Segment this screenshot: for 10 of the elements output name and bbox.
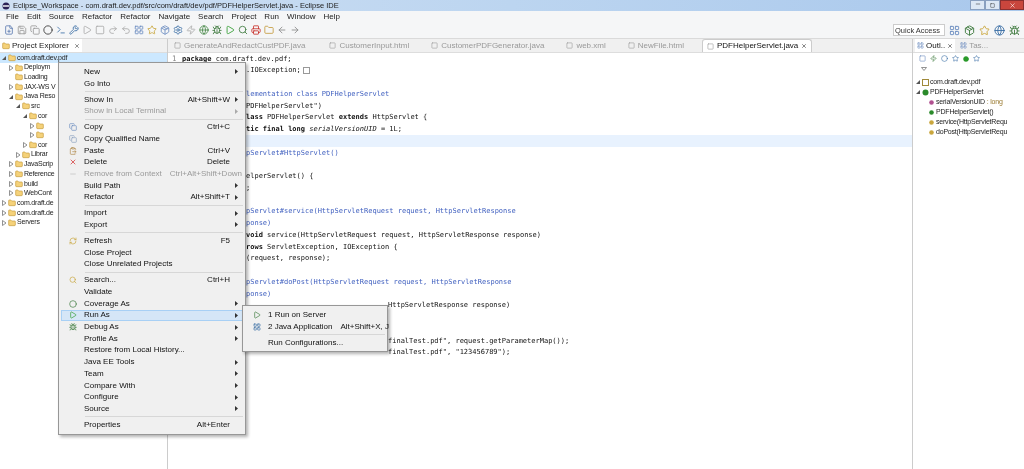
shortcut-label: Alt+Enter [196, 418, 230, 431]
shortcut-label: Delete [206, 156, 230, 169]
shortcut-label: Ctrl+V [207, 144, 230, 157]
shortcut-label: Alt+Shift+W [187, 93, 230, 106]
shortcut-label: Ctrl+H [207, 274, 230, 287]
shortcut-label: F5 [220, 234, 230, 247]
shortcut-label: Ctrl+C [207, 121, 230, 134]
shortcut-label: Alt+Shift+X, J [340, 320, 389, 333]
shortcut-label: Alt+Shift+T [190, 191, 230, 204]
shortcut-label: Ctrl+Alt+Shift+Down [169, 167, 243, 180]
